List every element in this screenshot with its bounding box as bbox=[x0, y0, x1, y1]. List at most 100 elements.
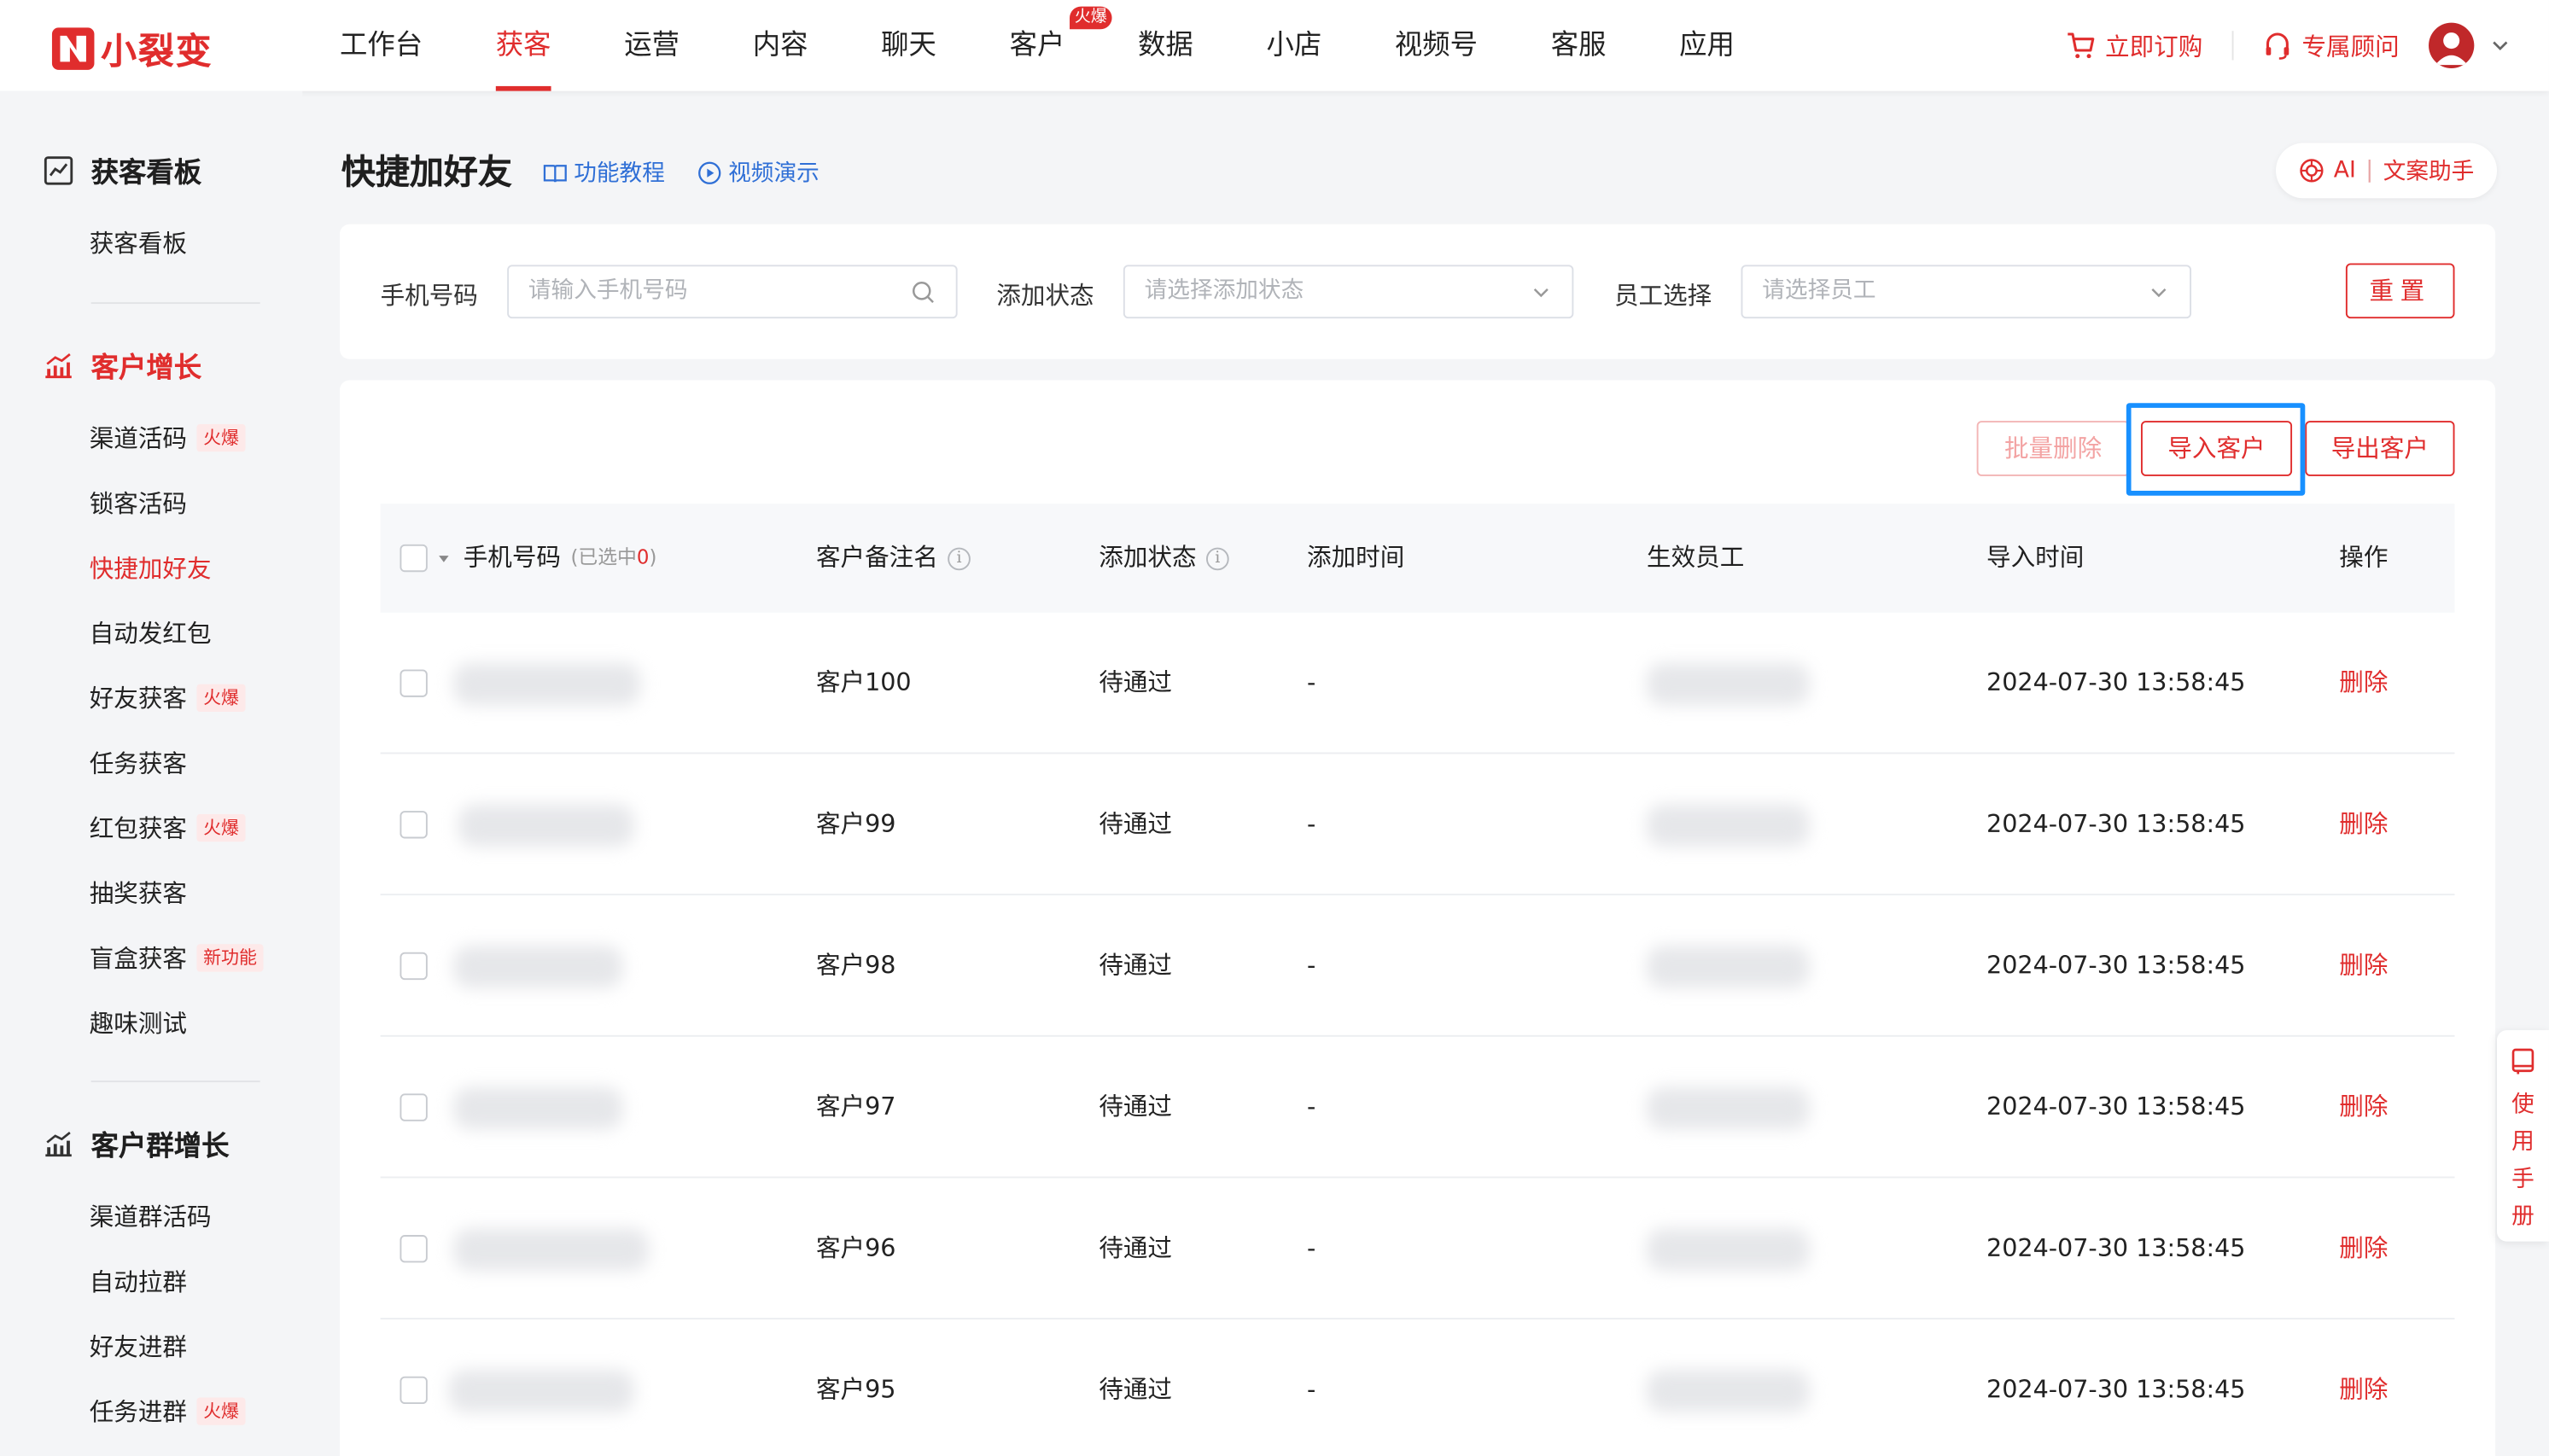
status-cell: 待通过 bbox=[1099, 1233, 1173, 1263]
sidebar-group-group-growth[interactable]: 客户群增长 bbox=[43, 1123, 230, 1163]
remark-cell: 客户100 bbox=[815, 667, 912, 697]
add-time-cell: - bbox=[1307, 1092, 1316, 1121]
nav-item-operation[interactable]: 运营 bbox=[603, 0, 700, 91]
caret-down-icon[interactable] bbox=[437, 551, 450, 564]
add-time-cell: - bbox=[1307, 1374, 1316, 1405]
table-row: 客户97 待通过 - 2024-07-30 13:58:45 删除 bbox=[380, 1037, 2455, 1179]
add-time-cell: - bbox=[1307, 667, 1316, 697]
select-all-control[interactable] bbox=[400, 504, 450, 613]
delete-link[interactable]: 删除 bbox=[2339, 1319, 2388, 1456]
phone-redacted bbox=[453, 1228, 649, 1271]
order-link[interactable]: 立即订购 bbox=[2066, 28, 2202, 62]
header-label: 手机号码 bbox=[463, 542, 562, 573]
sidebar-item-lock-code[interactable]: 锁客活码 bbox=[90, 486, 187, 520]
delete-link[interactable]: 删除 bbox=[2339, 613, 2388, 754]
sidebar-item-fun-quiz[interactable]: 趣味测试 bbox=[90, 1006, 187, 1040]
nav-item-chat[interactable]: 聊天 bbox=[860, 0, 957, 91]
search-icon bbox=[912, 282, 934, 304]
phone-search-input[interactable]: 请输入手机号码 bbox=[507, 265, 958, 319]
delete-link[interactable]: 删除 bbox=[2339, 1037, 2388, 1179]
nav-item-customer[interactable]: 客户 火爆 bbox=[989, 0, 1112, 91]
nav-label: 内容 bbox=[752, 29, 808, 62]
row-checkbox[interactable] bbox=[400, 811, 428, 839]
sidebar-item-channel-code[interactable]: 渠道活码 火爆 bbox=[90, 421, 246, 455]
video-demo-link[interactable]: 视频演示 bbox=[697, 156, 820, 189]
row-checkbox[interactable] bbox=[400, 1235, 428, 1263]
info-icon[interactable]: i bbox=[1206, 546, 1229, 570]
sidebar-item-friend-join-group[interactable]: 好友进群 bbox=[90, 1329, 187, 1363]
reset-button[interactable]: 重置 bbox=[2345, 263, 2455, 319]
phone-redacted bbox=[448, 1370, 634, 1412]
sidebar-item-blind-box-acquire[interactable]: 盲盒获客 新功能 bbox=[90, 941, 264, 975]
sidebar-item-label: 渠道群活码 bbox=[89, 1202, 212, 1232]
nav-item-data[interactable]: 数据 bbox=[1117, 0, 1214, 91]
brand-logo[interactable]: 小裂变 bbox=[51, 23, 213, 75]
status-cell: 待通过 bbox=[1099, 667, 1173, 697]
book-icon bbox=[543, 164, 567, 182]
growth-chart-icon bbox=[45, 352, 72, 378]
user-avatar[interactable] bbox=[2429, 22, 2475, 68]
sidebar-item-auto-red-packet[interactable]: 自动发红包 bbox=[90, 616, 212, 650]
headset-icon bbox=[2266, 32, 2289, 60]
tutorial-label: 功能教程 bbox=[574, 160, 665, 187]
nav-item-service[interactable]: 客服 bbox=[1530, 0, 1627, 91]
nav-item-workbench[interactable]: 工作台 bbox=[318, 0, 444, 91]
nav-item-channels[interactable]: 视频号 bbox=[1374, 0, 1499, 91]
sidebar-group-dashboard[interactable]: 获客看板 bbox=[43, 149, 201, 190]
ai-copywriting-button[interactable]: AI | 文案助手 bbox=[2275, 143, 2498, 199]
new-feature-tag: 新功能 bbox=[196, 944, 264, 972]
manual-char: 手 bbox=[2511, 1167, 2534, 1193]
batch-delete-button[interactable]: 批量删除 bbox=[1976, 421, 2130, 476]
sidebar-item-dashboard[interactable]: 获客看板 bbox=[90, 226, 187, 260]
header-label: 生效员工 bbox=[1647, 542, 1745, 573]
select-all-checkbox[interactable] bbox=[400, 544, 428, 573]
sidebar-item-quick-add-friend[interactable]: 快捷加好友 bbox=[90, 550, 212, 585]
sidebar-item-channel-group-code[interactable]: 渠道群活码 bbox=[90, 1199, 212, 1233]
delete-link[interactable]: 删除 bbox=[2339, 895, 2388, 1037]
advisor-link[interactable]: 专属顾问 bbox=[2263, 28, 2400, 62]
header-import-time: 导入时间 bbox=[1986, 504, 2084, 613]
hot-tag: 火爆 bbox=[196, 1397, 246, 1425]
header-remark: 客户备注名 i bbox=[816, 504, 971, 613]
order-label: 立即订购 bbox=[2105, 32, 2203, 61]
nav-label: 工作台 bbox=[339, 29, 423, 62]
status-select[interactable]: 请选择添加状态 bbox=[1123, 265, 1574, 319]
sidebar-item-red-packet-acquire[interactable]: 红包获客 火爆 bbox=[90, 811, 246, 845]
sidebar-item-task-acquire[interactable]: 任务获客 bbox=[90, 746, 187, 780]
header-label: 客户备注名 bbox=[815, 542, 938, 573]
sidebar-group-customer-growth[interactable]: 客户增长 bbox=[43, 345, 201, 385]
phone-redacted bbox=[453, 662, 641, 706]
export-customer-button[interactable]: 导出客户 bbox=[2305, 421, 2455, 476]
delete-link[interactable]: 删除 bbox=[2339, 754, 2388, 895]
chevron-down-icon[interactable] bbox=[2490, 36, 2510, 55]
staff-filter-label: 员工选择 bbox=[1613, 281, 1712, 311]
sidebar-item-task-join-group[interactable]: 任务进群 火爆 bbox=[90, 1395, 246, 1429]
row-checkbox[interactable] bbox=[400, 952, 428, 981]
staff-select[interactable]: 请选择员工 bbox=[1741, 265, 2191, 319]
tutorial-link[interactable]: 功能教程 bbox=[543, 156, 665, 189]
staff-redacted bbox=[1647, 1370, 1810, 1412]
row-checkbox[interactable] bbox=[400, 1376, 428, 1405]
sidebar-divider bbox=[90, 302, 260, 305]
header-staff: 生效员工 bbox=[1647, 504, 1744, 613]
nav-item-acquire[interactable]: 获客 bbox=[475, 0, 572, 91]
nav-item-content[interactable]: 内容 bbox=[732, 0, 829, 91]
row-checkbox[interactable] bbox=[400, 1093, 428, 1121]
nav-item-apps[interactable]: 应用 bbox=[1658, 0, 1755, 91]
info-icon[interactable]: i bbox=[948, 546, 971, 570]
import-time-cell: 2024-07-30 13:58:45 bbox=[1986, 1233, 2246, 1263]
status-cell: 待通过 bbox=[1099, 1092, 1173, 1121]
row-checkbox[interactable] bbox=[400, 669, 428, 697]
brand-name: 小裂变 bbox=[101, 32, 213, 73]
sidebar-item-label: 抽奖获客 bbox=[89, 879, 188, 909]
sidebar-item-friend-acquire[interactable]: 好友获客 火爆 bbox=[90, 681, 246, 715]
nav-item-shop[interactable]: 小店 bbox=[1245, 0, 1343, 91]
manual-char: 册 bbox=[2511, 1203, 2534, 1231]
user-manual-tab[interactable]: 使 用 手 册 bbox=[2497, 1030, 2549, 1242]
sidebar-item-lottery-acquire[interactable]: 抽奖获客 bbox=[90, 876, 187, 910]
delete-link[interactable]: 删除 bbox=[2339, 1178, 2388, 1319]
import-time-cell: 2024-07-30 13:58:45 bbox=[1986, 809, 2246, 839]
sidebar-item-auto-pull-group[interactable]: 自动拉群 bbox=[90, 1264, 187, 1298]
sidebar-item-label: 锁客活码 bbox=[89, 489, 188, 519]
phone-filter-label: 手机号码 bbox=[380, 281, 478, 311]
